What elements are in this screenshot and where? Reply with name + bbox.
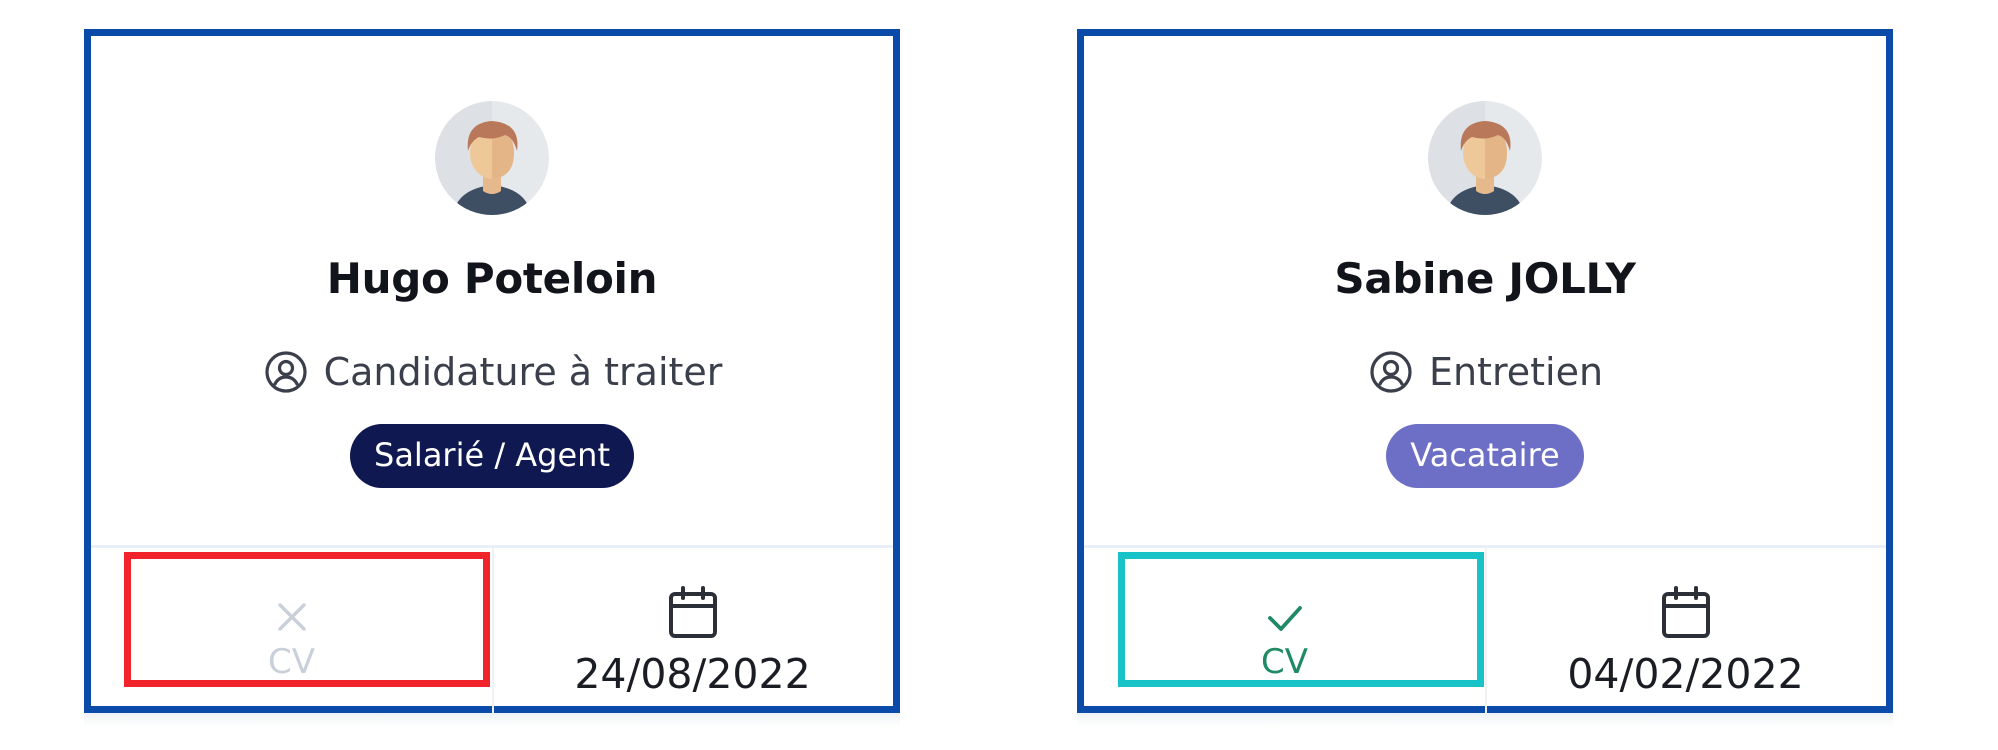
avatar-icon (1428, 101, 1542, 215)
user-circle-icon (1370, 351, 1412, 393)
date-label: 24/08/2022 (574, 650, 811, 698)
avatar-icon (435, 101, 549, 215)
status: Entretien (1084, 348, 1886, 396)
avatar (435, 101, 549, 215)
cv-missing-highlight (124, 552, 490, 687)
cv-present-highlight (1118, 552, 1484, 687)
avatar (1428, 101, 1542, 215)
status-label: Candidature à traiter (323, 350, 723, 394)
calendar-icon (668, 586, 717, 638)
date-cell: 04/02/2022 (1485, 548, 1886, 713)
user-circle-icon (264, 351, 307, 393)
date-label: 04/02/2022 (1567, 650, 1804, 698)
candidate-name: Hugo Poteloin (326, 254, 658, 303)
contract-badge: Salarié / Agent (350, 424, 634, 488)
calendar-icon (1661, 586, 1710, 638)
contract-badge: Vacataire (1386, 424, 1584, 488)
date-cell: 24/08/2022 (492, 548, 893, 713)
status: Candidature à traiter (91, 348, 893, 396)
candidate-name: Sabine JOLLY (1334, 254, 1636, 303)
status-label: Entretien (1428, 350, 1604, 394)
